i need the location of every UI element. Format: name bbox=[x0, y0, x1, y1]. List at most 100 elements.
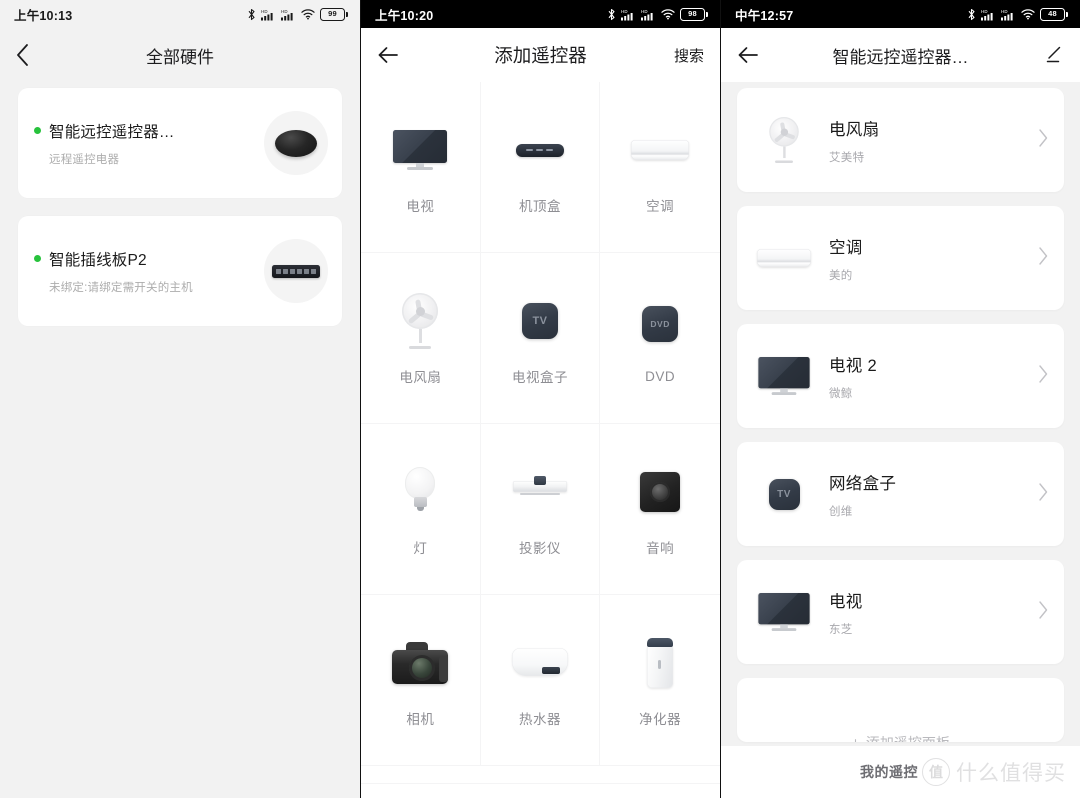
remote-name: 空调 bbox=[829, 238, 863, 257]
back-button[interactable] bbox=[377, 40, 407, 70]
category-cell-projector[interactable]: 投影仪 bbox=[480, 424, 601, 595]
category-label: 相机 bbox=[406, 712, 435, 727]
arrow-left-icon bbox=[738, 47, 758, 63]
status-bar: 中午12:57 HD HD 48 bbox=[721, 0, 1080, 28]
status-icons: HD HD 99 bbox=[247, 7, 348, 21]
dvd-badge: DVD bbox=[642, 305, 679, 342]
tv-icon bbox=[393, 119, 448, 181]
camera-icon bbox=[392, 632, 449, 694]
plus-icon: + bbox=[851, 735, 860, 743]
panel-my-remotes: 中午12:57 HD HD 48 智能远控遥控器… 电风扇 艾美特 空调 美的 … bbox=[720, 0, 1080, 798]
tv-box-icon: TV bbox=[751, 466, 817, 522]
signal-hd-icon: HD bbox=[281, 9, 293, 20]
battery-icon: 48 bbox=[1040, 7, 1068, 21]
category-cell-fan[interactable]: 电风扇 bbox=[361, 253, 481, 424]
status-time: 中午12:57 bbox=[735, 8, 794, 23]
edit-pencil-icon bbox=[1046, 46, 1061, 63]
category-cell-water-heater[interactable]: 热水器 bbox=[480, 595, 601, 766]
remote-name: 电视 bbox=[829, 592, 863, 611]
fan-icon bbox=[751, 112, 817, 168]
remote-name: 网络盒子 bbox=[829, 474, 897, 493]
category-cell-air-conditioner[interactable]: 空调 bbox=[600, 82, 720, 253]
category-cell-tv-box[interactable]: TV 电视盒子 bbox=[480, 253, 601, 424]
chevron-right-icon bbox=[1038, 128, 1048, 152]
remote-info: 电视 2 微鲸 bbox=[817, 352, 1038, 401]
remote-brand: 美的 bbox=[829, 269, 853, 282]
set-top-box-icon bbox=[515, 119, 564, 181]
category-cell-air-purifier[interactable]: 净化器 bbox=[600, 595, 720, 766]
category-label: 电视 bbox=[406, 199, 435, 214]
tv-box-icon: TV bbox=[521, 290, 558, 352]
watermark-text: 什么值得买 bbox=[956, 762, 1066, 785]
device-name: 智能插线板P2 bbox=[49, 251, 147, 269]
device-list: 智能远控遥控器… 远程遥控电器 智能插线板P2 未绑定:请绑定需开关的主机 bbox=[0, 82, 360, 326]
ir-blaster-icon bbox=[275, 129, 317, 157]
projector-icon bbox=[512, 461, 567, 523]
status-dot-online bbox=[34, 127, 41, 134]
remote-card[interactable]: 电风扇 艾美特 bbox=[737, 88, 1064, 192]
category-label: 投影仪 bbox=[518, 541, 561, 556]
battery-level: 98 bbox=[680, 7, 705, 21]
remote-name: 电风扇 bbox=[829, 120, 880, 139]
edit-button[interactable] bbox=[1044, 45, 1064, 65]
signal-hd-icon: HD bbox=[641, 9, 653, 20]
category-cell-camera[interactable]: 相机 bbox=[361, 595, 481, 766]
remote-info: 网络盒子 创维 bbox=[817, 470, 1038, 519]
bluetooth-icon bbox=[608, 8, 615, 20]
remote-card[interactable]: 空调 美的 bbox=[737, 206, 1064, 310]
add-remote-panel-card[interactable]: + 添加遥控面板 bbox=[737, 678, 1064, 742]
signal-hd-icon: HD bbox=[261, 9, 273, 20]
remote-brand: 东芝 bbox=[829, 623, 853, 636]
add-remote-panel-label: 添加遥控面板 bbox=[866, 733, 950, 742]
chevron-left-icon bbox=[17, 44, 28, 66]
speaker-icon bbox=[640, 461, 681, 523]
category-cell-light[interactable]: 灯 bbox=[361, 424, 481, 595]
wifi-icon bbox=[301, 9, 315, 20]
category-label: 净化器 bbox=[639, 712, 682, 727]
air-purifier-icon bbox=[647, 632, 674, 694]
category-cell-dvd[interactable]: DVD DVD bbox=[600, 253, 720, 424]
category-label: 灯 bbox=[413, 541, 428, 556]
footer-bar: 我的遥控 值 什么值得买 bbox=[721, 746, 1080, 798]
chevron-right-icon bbox=[1038, 600, 1048, 624]
remote-card[interactable]: 电视 2 微鲸 bbox=[737, 324, 1064, 428]
remote-card[interactable]: TV 网络盒子 创维 bbox=[737, 442, 1064, 546]
chevron-right-icon bbox=[1038, 482, 1048, 506]
remote-brand: 艾美特 bbox=[829, 151, 865, 164]
bulb-icon bbox=[403, 461, 437, 523]
page-title: 智能远控遥控器… bbox=[832, 47, 969, 67]
search-button[interactable]: 搜索 bbox=[674, 45, 704, 66]
category-label: 空调 bbox=[646, 199, 675, 214]
remote-list: 电风扇 艾美特 空调 美的 电视 2 微鲸 TV 网络盒子 创维 电视 东芝 bbox=[721, 82, 1080, 742]
category-cell-set-top-box[interactable]: 机顶盒 bbox=[480, 82, 601, 253]
search-button-label: 搜索 bbox=[673, 47, 704, 65]
footer-label: 我的遥控 bbox=[860, 764, 918, 780]
device-name-row: 智能远控遥控器… bbox=[34, 120, 264, 142]
page-title: 全部硬件 bbox=[146, 47, 214, 67]
remote-brand: 创维 bbox=[829, 505, 853, 518]
category-label: DVD bbox=[645, 368, 676, 384]
three-panel-screenshot: 上午10:13 HD HD 99 全部硬件 智能远控遥控器… 远程遥控电器 智能… bbox=[0, 0, 1080, 798]
back-button[interactable] bbox=[16, 40, 46, 70]
arrow-left-icon bbox=[378, 47, 398, 63]
watermark-badge: 值 bbox=[922, 758, 950, 786]
wifi-icon bbox=[661, 9, 675, 20]
chevron-right-icon bbox=[1038, 246, 1048, 270]
category-cell-tv[interactable]: 电视 bbox=[361, 82, 481, 253]
chevron-right-icon bbox=[1038, 364, 1048, 388]
category-cell-speaker[interactable]: 音响 bbox=[600, 424, 720, 595]
back-button[interactable] bbox=[737, 40, 767, 70]
device-card[interactable]: 智能插线板P2 未绑定:请绑定需开关的主机 bbox=[18, 216, 342, 326]
remote-card[interactable]: 电视 东芝 bbox=[737, 560, 1064, 664]
air-conditioner-icon bbox=[631, 119, 690, 181]
ir-puck-thumbnail bbox=[264, 111, 328, 175]
device-card[interactable]: 智能远控遥控器… 远程遥控电器 bbox=[18, 88, 342, 198]
wifi-icon bbox=[1021, 9, 1035, 20]
app-bar: 智能远控遥控器… bbox=[721, 28, 1080, 82]
tv-box-badge: TV bbox=[768, 478, 800, 510]
panel-add-remote: 上午10:20 HD HD 98 添加遥控器 搜索 电视 机顶盒 空调 电风扇 … bbox=[360, 0, 720, 798]
svg-text:HD: HD bbox=[281, 9, 288, 14]
tv-box-badge: TV bbox=[521, 303, 558, 339]
app-bar: 全部硬件 bbox=[0, 28, 360, 82]
svg-text:HD: HD bbox=[261, 9, 268, 14]
